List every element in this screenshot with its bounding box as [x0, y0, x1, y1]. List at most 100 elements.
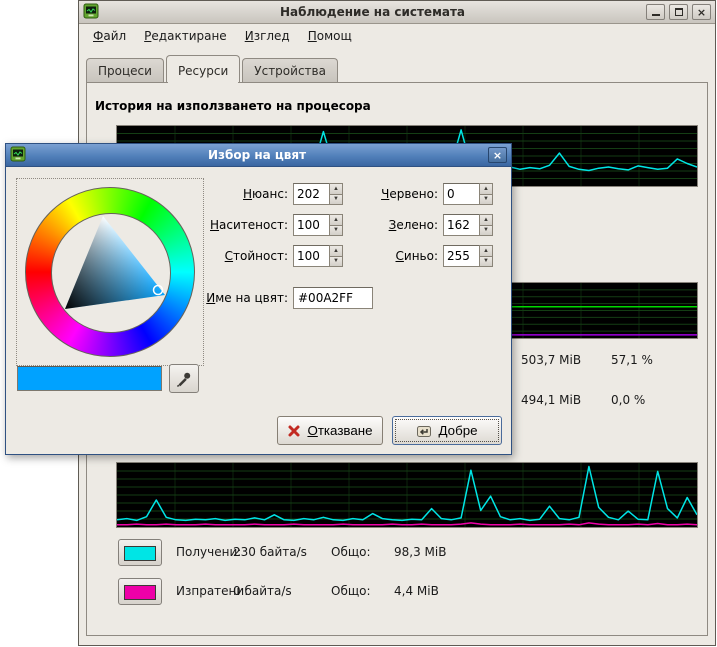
saturation-spinner: ▲▼: [293, 214, 343, 236]
dialog-icon: [10, 146, 26, 165]
color-picker-dialog: Избор на цвят ×: [5, 143, 512, 455]
network-sent-row: Изпратени: 0 байта/s Общо: 4,4 MiB: [87, 578, 707, 606]
ok-button[interactable]: Добре: [392, 416, 502, 445]
saturation-spin-down[interactable]: ▼: [329, 226, 343, 237]
hue-input[interactable]: [293, 183, 329, 205]
dialog-close-icon: ×: [493, 150, 502, 161]
menu-help[interactable]: Помощ: [300, 27, 360, 45]
spin-up-icon: ▲: [333, 248, 339, 254]
dialog-title: Избор на цвят: [30, 148, 484, 162]
sv-triangle[interactable]: [26, 188, 196, 358]
spin-down-icon: ▼: [483, 258, 489, 264]
spin-up-icon: ▲: [333, 186, 339, 192]
blue-input[interactable]: [443, 245, 479, 267]
spin-down-icon: ▼: [333, 227, 339, 233]
network-history-chart: [116, 462, 698, 528]
red-label: Червено:: [351, 187, 438, 201]
eyedropper-button[interactable]: [169, 364, 199, 393]
cancel-button-label: Отказване: [307, 423, 372, 438]
menu-edit[interactable]: Редактиране: [136, 27, 235, 45]
maximize-button[interactable]: [669, 4, 688, 20]
red-spin-down[interactable]: ▼: [479, 195, 493, 206]
blue-label: Синьо:: [351, 249, 438, 263]
received-color-button[interactable]: [118, 539, 162, 566]
spin-down-icon: ▼: [333, 196, 339, 202]
sent-total: 4,4 MiB: [394, 584, 439, 598]
spin-down-icon: ▼: [483, 227, 489, 233]
cancel-x-icon: [287, 424, 301, 438]
app-icon: [83, 3, 99, 22]
swap-total-value: 494,1 MiB: [521, 393, 581, 407]
hue-label: Нюанс:: [126, 187, 288, 201]
swap-used-percent: 0,0 %: [611, 393, 645, 407]
menu-file[interactable]: Файл: [85, 27, 134, 45]
value-spinner: ▲▼: [293, 245, 343, 267]
memory-used-value: 503,7 MiB: [521, 353, 581, 367]
green-input[interactable]: [443, 214, 479, 236]
color-wheel-area[interactable]: [16, 178, 204, 366]
saturation-input[interactable]: [293, 214, 329, 236]
color-name-label: Име на цвят:: [126, 291, 288, 305]
tab-row: Процеси Ресурси Устройства: [86, 55, 708, 82]
tab-processes[interactable]: Процеси: [86, 58, 164, 82]
dialog-titlebar[interactable]: Избор на цвят ×: [6, 144, 511, 167]
spin-up-icon: ▲: [333, 217, 339, 223]
green-spin-down[interactable]: ▼: [479, 226, 493, 237]
minimize-icon: [652, 9, 660, 16]
red-spinner: ▲▼: [443, 183, 493, 205]
tab-resources[interactable]: Ресурси: [166, 55, 240, 82]
maximize-icon: [675, 8, 683, 16]
sent-color-swatch: [124, 585, 156, 600]
hue-spin-up[interactable]: ▲: [329, 183, 343, 195]
blue-spin-down[interactable]: ▼: [479, 257, 493, 268]
tab-devices[interactable]: Устройства: [242, 58, 338, 82]
received-rate: 230 байта/s: [233, 545, 307, 559]
green-spin-up[interactable]: ▲: [479, 214, 493, 226]
menu-view[interactable]: Изглед: [237, 27, 298, 45]
value-label: Стойност:: [126, 249, 288, 263]
value-spin-up[interactable]: ▲: [329, 245, 343, 257]
sent-rate: 0 байта/s: [233, 584, 292, 598]
value-spin-down[interactable]: ▼: [329, 257, 343, 268]
spin-up-icon: ▲: [483, 217, 489, 223]
received-total: 98,3 MiB: [394, 545, 446, 559]
hue-spin-down[interactable]: ▼: [329, 195, 343, 206]
spin-down-icon: ▼: [333, 258, 339, 264]
close-icon: ×: [697, 7, 706, 18]
color-name-input[interactable]: [293, 287, 373, 309]
minimize-button[interactable]: [646, 4, 665, 20]
blue-spin-up[interactable]: ▲: [479, 245, 493, 257]
cancel-button[interactable]: Отказване: [277, 416, 383, 445]
saturation-spin-up[interactable]: ▲: [329, 214, 343, 226]
memory-used-percent: 57,1 %: [611, 353, 653, 367]
red-input[interactable]: [443, 183, 479, 205]
spin-up-icon: ▲: [483, 186, 489, 192]
spin-up-icon: ▲: [483, 248, 489, 254]
cpu-history-heading: История на използването на процесора: [95, 99, 371, 113]
dialog-body: Нюанс: ▲▼ Червено: ▲▼ Наситеност: ▲▼ Зел…: [6, 168, 511, 454]
main-titlebar[interactable]: Наблюдение на системата ×: [79, 1, 715, 24]
received-total-label: Общо:: [331, 545, 371, 559]
red-spin-up[interactable]: ▲: [479, 183, 493, 195]
ok-button-label: Добре: [438, 423, 477, 438]
dialog-close-button[interactable]: ×: [488, 147, 507, 163]
window-title: Наблюдение на системата: [103, 5, 642, 19]
hue-ring[interactable]: [25, 187, 195, 357]
close-button[interactable]: ×: [692, 4, 711, 20]
sent-total-label: Общо:: [331, 584, 371, 598]
enter-key-icon: [416, 423, 432, 439]
value-input[interactable]: [293, 245, 329, 267]
spin-down-icon: ▼: [483, 196, 489, 202]
green-spinner: ▲▼: [443, 214, 493, 236]
blue-spinner: ▲▼: [443, 245, 493, 267]
eyedropper-icon: [175, 370, 193, 388]
color-preview: [17, 366, 162, 391]
network-received-row: Получени: 230 байта/s Общо: 98,3 MiB: [87, 539, 707, 567]
received-color-swatch: [124, 546, 156, 561]
received-label: Получени:: [176, 545, 241, 559]
hue-spinner: ▲▼: [293, 183, 343, 205]
menubar: Файл Редактиране Изглед Помощ: [79, 24, 715, 47]
sent-color-button[interactable]: [118, 578, 162, 605]
green-label: Зелено:: [351, 218, 438, 232]
saturation-label: Наситеност:: [126, 218, 288, 232]
